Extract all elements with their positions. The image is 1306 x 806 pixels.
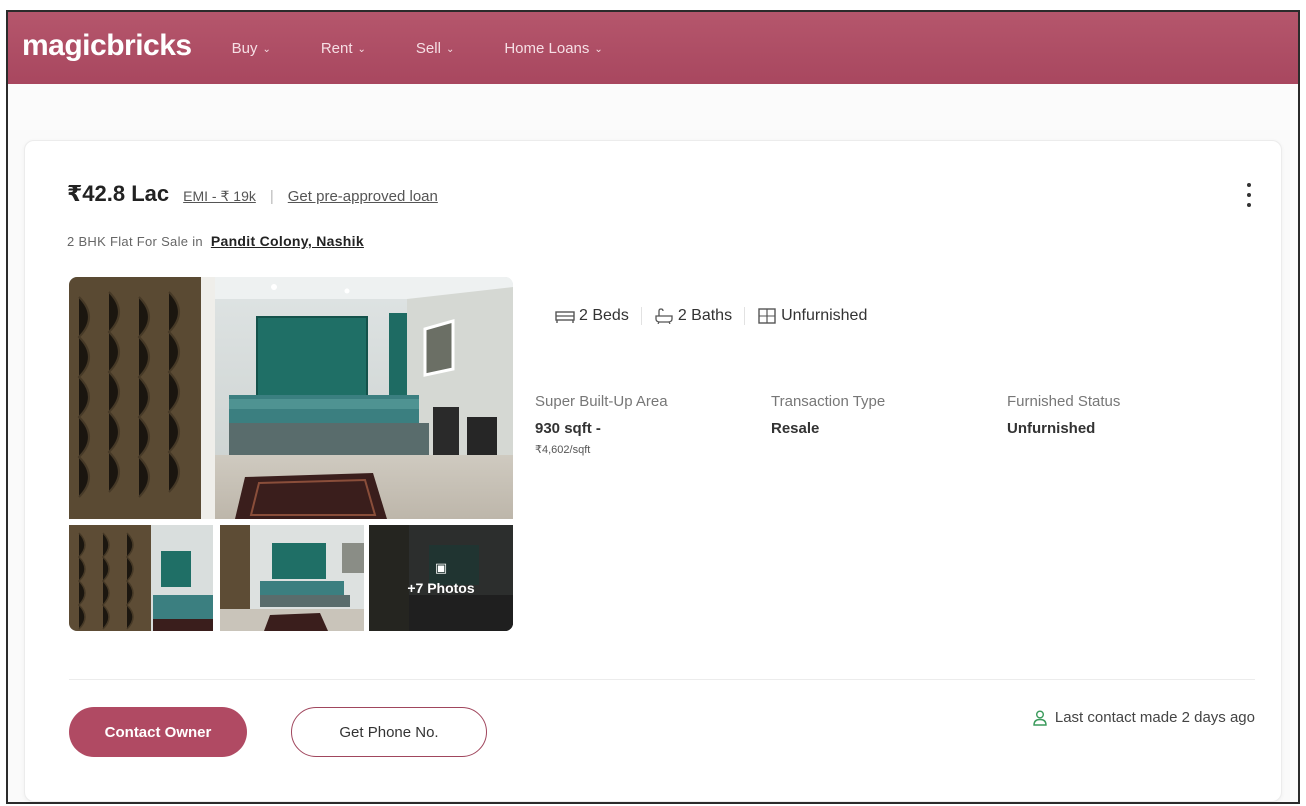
person-icon: [1033, 710, 1047, 726]
nav-home-loans-label: Home Loans: [504, 39, 590, 57]
magicbricks-logo[interactable]: magicbricks: [22, 29, 192, 63]
room-photo-image: [69, 277, 513, 519]
photo-thumbnail[interactable]: [220, 525, 364, 631]
card-divider: [69, 679, 1255, 680]
nav-home-loans[interactable]: Home Loans ⌄: [504, 40, 602, 57]
more-photos-label: +7 Photos: [407, 580, 475, 596]
baths-amenity: 2 Baths: [654, 307, 732, 325]
summary-area-label: Super Built-Up Area: [535, 393, 668, 410]
listing-title-prefix: 2 BHK Flat For Sale in: [67, 234, 203, 249]
summary-furnished-label: Furnished Status: [1007, 393, 1121, 410]
pre-approved-loan-link[interactable]: Get pre-approved loan: [288, 188, 438, 205]
get-phone-number-button[interactable]: Get Phone No.: [291, 707, 487, 757]
thumbnail-image: [220, 525, 364, 631]
summary-furnished-value: Unfurnished: [1007, 420, 1096, 437]
bed-icon: [555, 311, 575, 323]
price-row: ₹42.8 Lac EMI - ₹ 19k | Get pre-approved…: [67, 181, 438, 207]
beds-amenity: 2 Beds: [555, 307, 629, 325]
nav-buy-label: Buy: [231, 39, 258, 57]
summary-transaction: Transaction Type Resale: [771, 393, 885, 437]
chevron-down-icon: ⌄: [594, 43, 603, 55]
nav-sell[interactable]: Sell ⌄: [416, 40, 454, 57]
amenity-divider: [744, 307, 746, 325]
main-nav: Buy ⌄ Rent ⌄ Sell ⌄ Home Loans ⌄: [232, 40, 653, 57]
baths-count: 2 Baths: [677, 307, 733, 324]
chevron-down-icon: ⌄: [262, 43, 271, 55]
top-navigation-bar: magicbricks Buy ⌄ Rent ⌄ Sell ⌄ Home Loa…: [8, 12, 1298, 84]
chevron-down-icon: ⌄: [445, 43, 455, 55]
last-contact-text: Last contact made 2 days ago: [1054, 709, 1255, 726]
amenity-divider: [640, 307, 642, 325]
nav-buy[interactable]: Buy ⌄: [232, 40, 271, 57]
more-photos-tile[interactable]: ▣ +7 Photos: [369, 525, 513, 631]
property-listing-card[interactable]: ₹42.8 Lac EMI - ₹ 19k | Get pre-approved…: [24, 140, 1282, 802]
main-property-photo[interactable]: [69, 277, 513, 519]
summary-area: Super Built-Up Area 930 sqft - ₹4,602/sq…: [535, 393, 668, 456]
furnishing-amenity: Unfurnished: [757, 307, 867, 325]
summary-furnished: Furnished Status Unfurnished: [1007, 393, 1120, 437]
summary-area-value: 930 sqft -: [535, 420, 601, 437]
photo-thumbnail[interactable]: [69, 525, 213, 631]
chevron-down-icon: ⌄: [357, 43, 366, 55]
furnishing-value: Unfurnished: [781, 307, 868, 324]
beds-count: 2 Beds: [579, 307, 629, 324]
bath-icon: [655, 308, 673, 324]
listing-title: 2 BHK Flat For Sale in Pandit Colony, Na…: [67, 233, 364, 249]
more-photos-overlay: ▣ +7 Photos: [369, 525, 513, 631]
property-price: ₹42.8 Lac: [67, 181, 170, 206]
summary-transaction-label: Transaction Type: [771, 393, 886, 410]
thumbnail-image: [69, 525, 213, 631]
location-link[interactable]: Pandit Colony, Nashik: [211, 233, 364, 249]
amenities-row: 2 Beds 2 Baths Unfurnished: [555, 307, 867, 325]
nav-rent[interactable]: Rent ⌄: [321, 40, 366, 57]
gallery-icon: ▣: [434, 560, 448, 575]
last-contact-info: Last contact made 2 days ago: [1033, 709, 1255, 726]
nav-rent-label: Rent: [320, 39, 353, 57]
summary-area-rate: ₹4,602/sqft: [535, 444, 591, 456]
contact-owner-button[interactable]: Contact Owner: [69, 707, 247, 757]
summary-transaction-value: Resale: [771, 420, 820, 437]
price-separator: |: [269, 188, 274, 205]
browser-frame: magicbricks Buy ⌄ Rent ⌄ Sell ⌄ Home Loa…: [6, 10, 1300, 804]
nav-sell-label: Sell: [415, 39, 441, 57]
sub-header-strip: [8, 84, 1298, 130]
furnishing-icon: [758, 308, 776, 324]
emi-link[interactable]: EMI - ₹ 19k: [183, 188, 256, 205]
kebab-menu-icon[interactable]: [1245, 183, 1253, 207]
